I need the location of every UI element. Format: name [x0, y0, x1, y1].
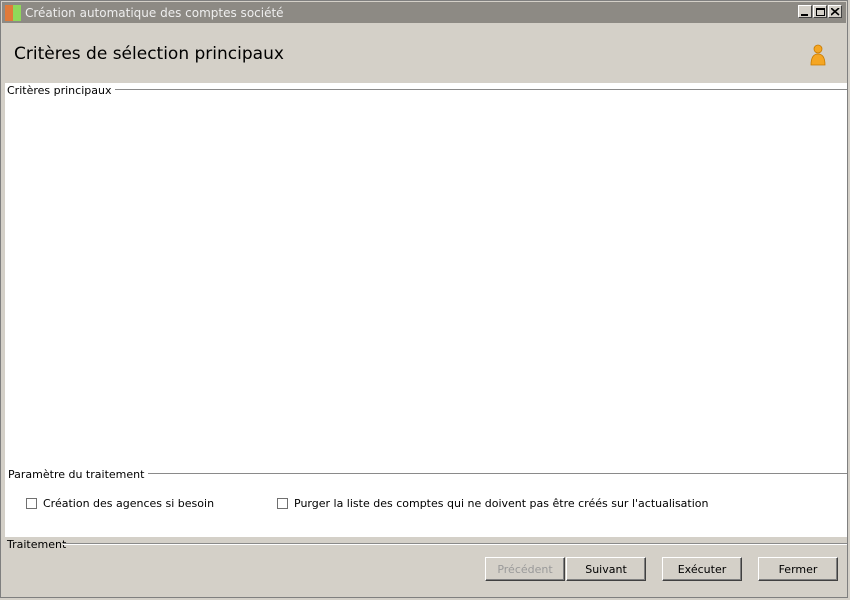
processing-params-divider [141, 473, 847, 475]
create-agencies-label: Création des agences si besoin [43, 497, 215, 510]
processing-params-legend: Paramètre du traitement [8, 468, 149, 481]
user-icon [810, 44, 826, 66]
purge-list-label: Purger la liste des comptes qui ne doive… [294, 497, 709, 510]
page-title: Critères de sélection principaux [14, 44, 284, 64]
title-bar[interactable]: Création automatique des comptes société [2, 2, 846, 23]
execute-button[interactable]: Exécuter [662, 557, 742, 581]
main-criteria-legend: Critères principaux [7, 84, 116, 97]
window-controls [798, 5, 842, 18]
maximize-button[interactable] [813, 5, 827, 18]
minimize-icon [801, 14, 808, 16]
close-button[interactable]: Fermer [758, 557, 838, 581]
processing-divider [63, 543, 847, 545]
maximize-icon [816, 8, 825, 16]
header-panel: Critères de sélection principaux [4, 24, 847, 82]
application-window: Création automatique des comptes société… [0, 0, 848, 598]
main-criteria-divider [101, 89, 847, 91]
create-agencies-checkbox[interactable] [26, 498, 37, 509]
app-icon [5, 4, 21, 21]
processing-legend: Traitement [7, 538, 67, 551]
purge-list-checkbox[interactable] [277, 498, 288, 509]
previous-button[interactable]: Précédent [485, 557, 565, 581]
window-title: Création automatique des comptes société [25, 5, 284, 20]
close-window-button[interactable] [828, 5, 842, 18]
create-agencies-option[interactable]: Création des agences si besoin [26, 497, 214, 510]
purge-list-option[interactable]: Purger la liste des comptes qui ne doive… [277, 497, 709, 510]
minimize-button[interactable] [798, 5, 812, 18]
close-icon [831, 8, 840, 16]
next-button[interactable]: Suivant [566, 557, 646, 581]
content-panel: Critères principaux Paramètre du traitem… [5, 83, 847, 537]
